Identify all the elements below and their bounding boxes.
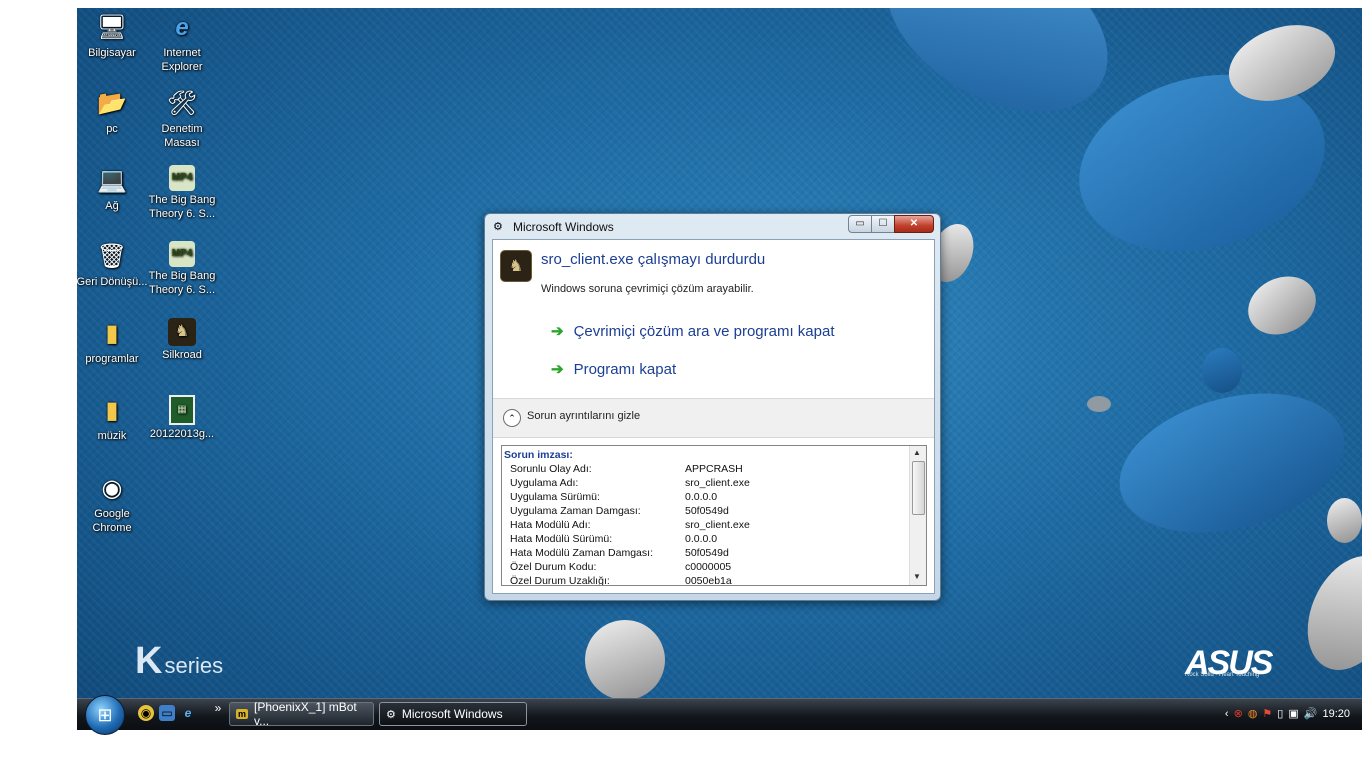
mp4-icon: MP4: [169, 241, 195, 267]
system-tray: ‹ ⊗ ◍ ⚑ ▯ ▣ 🔊 19:20: [1225, 707, 1350, 721]
wallpaper-disc: [1087, 396, 1111, 412]
detail-row: Hata Modülü Sürümü: 0.0.0.0: [510, 533, 718, 545]
clock[interactable]: 19:20: [1322, 708, 1350, 720]
ie-quicklaunch-icon[interactable]: e: [180, 705, 196, 721]
chrome-icon: ◉: [101, 475, 123, 502]
wallpaper-disc: [1327, 498, 1362, 543]
desktop-icon-denetim-masasi[interactable]: 🛠 Denetim Masası: [146, 88, 218, 150]
k-series-logo: Kseries: [135, 640, 224, 682]
computer-icon: 🖥: [96, 14, 128, 41]
desktop-icon-pc[interactable]: 📂 pc: [77, 88, 148, 136]
desktop-icon-google-chrome[interactable]: ◉ Google Chrome: [77, 473, 148, 535]
wallpaper-disc: [1290, 541, 1362, 685]
desktop-icon-bilgisayar[interactable]: 🖥 Bilgisayar: [77, 12, 148, 60]
desktop-icon-20122013[interactable]: ▦ 20122013g...: [146, 395, 218, 441]
desktop-icon-programlar[interactable]: ▮ programlar: [77, 318, 148, 366]
mbot-icon: m: [236, 709, 249, 719]
network-tray-icon[interactable]: ▣: [1288, 707, 1298, 720]
control-panel-icon: 🛠: [166, 90, 198, 117]
detail-row: Hata Modülü Adı: sro_client.exe: [510, 519, 750, 531]
maximize-button[interactable]: ☐: [871, 215, 895, 233]
detail-row: Hata Modülü Zaman Damgası: 50f0549d: [510, 547, 729, 559]
antivirus-icon[interactable]: ⊗: [1234, 707, 1243, 720]
search-online-and-close-link[interactable]: ➔ Çevrimiçi çözüm ara ve programı kapat: [551, 322, 835, 340]
detail-row: Uygulama Adı: sro_client.exe: [510, 477, 750, 489]
mp4-icon: MP4: [169, 165, 195, 191]
details-scrollbar[interactable]: ▲ ▼: [909, 446, 926, 585]
desktop-icon-silkroad[interactable]: ♞ Silkroad: [146, 318, 218, 362]
silkroad-app-icon: ♞: [500, 250, 532, 282]
scroll-up-icon[interactable]: ▲: [913, 448, 921, 457]
problem-signature-heading: Sorun imzası:: [504, 449, 573, 461]
dialog-title: Microsoft Windows: [513, 220, 614, 234]
details-toggle-band[interactable]: ⌃ Sorun ayrıntılarını gizle: [493, 398, 934, 438]
minimize-button[interactable]: ▭: [848, 215, 872, 233]
desktop-icon-ag[interactable]: 💻 Ağ: [77, 165, 148, 213]
hide-details-label: Sorun ayrıntılarını gizle: [527, 410, 641, 422]
wallpaper-disc: [1202, 348, 1242, 393]
scroll-thumb[interactable]: [912, 461, 925, 515]
user-folder-icon: 📂: [97, 90, 127, 117]
taskbar: ⊞ ◉ ▭ e » m [PhoenixX_1] mBot v... ⚙ Mic…: [77, 695, 1362, 735]
green-arrow-icon: ➔: [551, 361, 564, 378]
asus-slogan: Rock Solid · Heart Touching: [1185, 672, 1260, 678]
flag-icon[interactable]: ⚑: [1262, 707, 1272, 720]
wallpaper-disc: [855, 8, 1139, 148]
wallpaper-disc: [1104, 370, 1360, 556]
crash-subtext: Windows soruna çevrimiçi çözüm arayabili…: [541, 283, 754, 295]
battery-icon[interactable]: ▯: [1277, 707, 1283, 720]
tray-expand-icon[interactable]: ‹: [1225, 708, 1229, 720]
detail-row: Özel Durum Uzaklığı: 0050eb1a: [510, 575, 732, 586]
dialog-body: ♞ sro_client.exe çalışmayı durdurdu Wind…: [492, 239, 935, 594]
wallpaper-disc: [585, 620, 665, 700]
tray-app-icon[interactable]: ◍: [1248, 707, 1258, 720]
chrome-quicklaunch-icon[interactable]: ◉: [138, 705, 154, 721]
detail-row: Uygulama Zaman Damgası: 50f0549d: [510, 505, 729, 517]
error-dialog: ⚙ Microsoft Windows ▭ ☐ ✕ ♞ sro_client.e…: [484, 213, 941, 601]
crash-heading: sro_client.exe çalışmayı durdurdu: [541, 251, 766, 268]
desktop-icon-muzik[interactable]: ▮ müzik: [77, 395, 148, 443]
folder-icon: ▮: [105, 397, 119, 424]
desktop-icon-internet-explorer[interactable]: e Internet Explorer: [146, 12, 218, 74]
desktop-icon-big-bang-1[interactable]: MP4 The Big Bang Theory 6. S...: [146, 165, 218, 221]
detail-row: Sorunlu Olay Adı: APPCRASH: [510, 463, 743, 475]
windows-error-icon: ⚙: [386, 708, 396, 721]
scroll-down-icon[interactable]: ▼: [913, 572, 921, 581]
volume-icon[interactable]: 🔊: [1304, 707, 1318, 720]
taskbar-button-mbot[interactable]: m [PhoenixX_1] mBot v...: [229, 700, 374, 728]
chevron-up-icon[interactable]: ⌃: [503, 409, 521, 427]
close-program-link[interactable]: ➔ Programı kapat: [551, 360, 676, 378]
recycle-bin-icon: 🗑: [96, 243, 128, 270]
detail-row: Özel Durum Kodu: c0000005: [510, 561, 732, 573]
problem-details-text: Sorun imzası: Sorunlu Olay Adı: APPCRASH …: [504, 448, 904, 586]
folder-icon: ▮: [105, 320, 119, 347]
ie-icon: e: [175, 14, 189, 41]
start-button[interactable]: ⊞: [85, 695, 125, 735]
wallpaper-disc: [1238, 265, 1326, 346]
close-button[interactable]: ✕: [894, 215, 934, 233]
green-arrow-icon: ➔: [551, 323, 564, 340]
network-icon: 💻: [97, 167, 127, 194]
desktop-icon-big-bang-2[interactable]: MP4 The Big Bang Theory 6. S...: [146, 241, 218, 297]
spreadsheet-icon: ▦: [169, 395, 195, 425]
silkroad-icon: ♞: [168, 318, 196, 346]
taskbar-button-microsoft-windows[interactable]: ⚙ Microsoft Windows: [379, 702, 527, 726]
quicklaunch-overflow-icon[interactable]: »: [210, 700, 226, 716]
windows-error-icon: ⚙: [493, 221, 503, 233]
show-desktop-icon[interactable]: ▭: [159, 705, 175, 721]
desktop-icon-recycle-bin[interactable]: 🗑 Geri Dönüşü...: [77, 241, 148, 289]
detail-row: Uygulama Sürümü: 0.0.0.0: [510, 491, 718, 503]
problem-details-box[interactable]: Sorun imzası: Sorunlu Olay Adı: APPCRASH …: [501, 445, 927, 586]
